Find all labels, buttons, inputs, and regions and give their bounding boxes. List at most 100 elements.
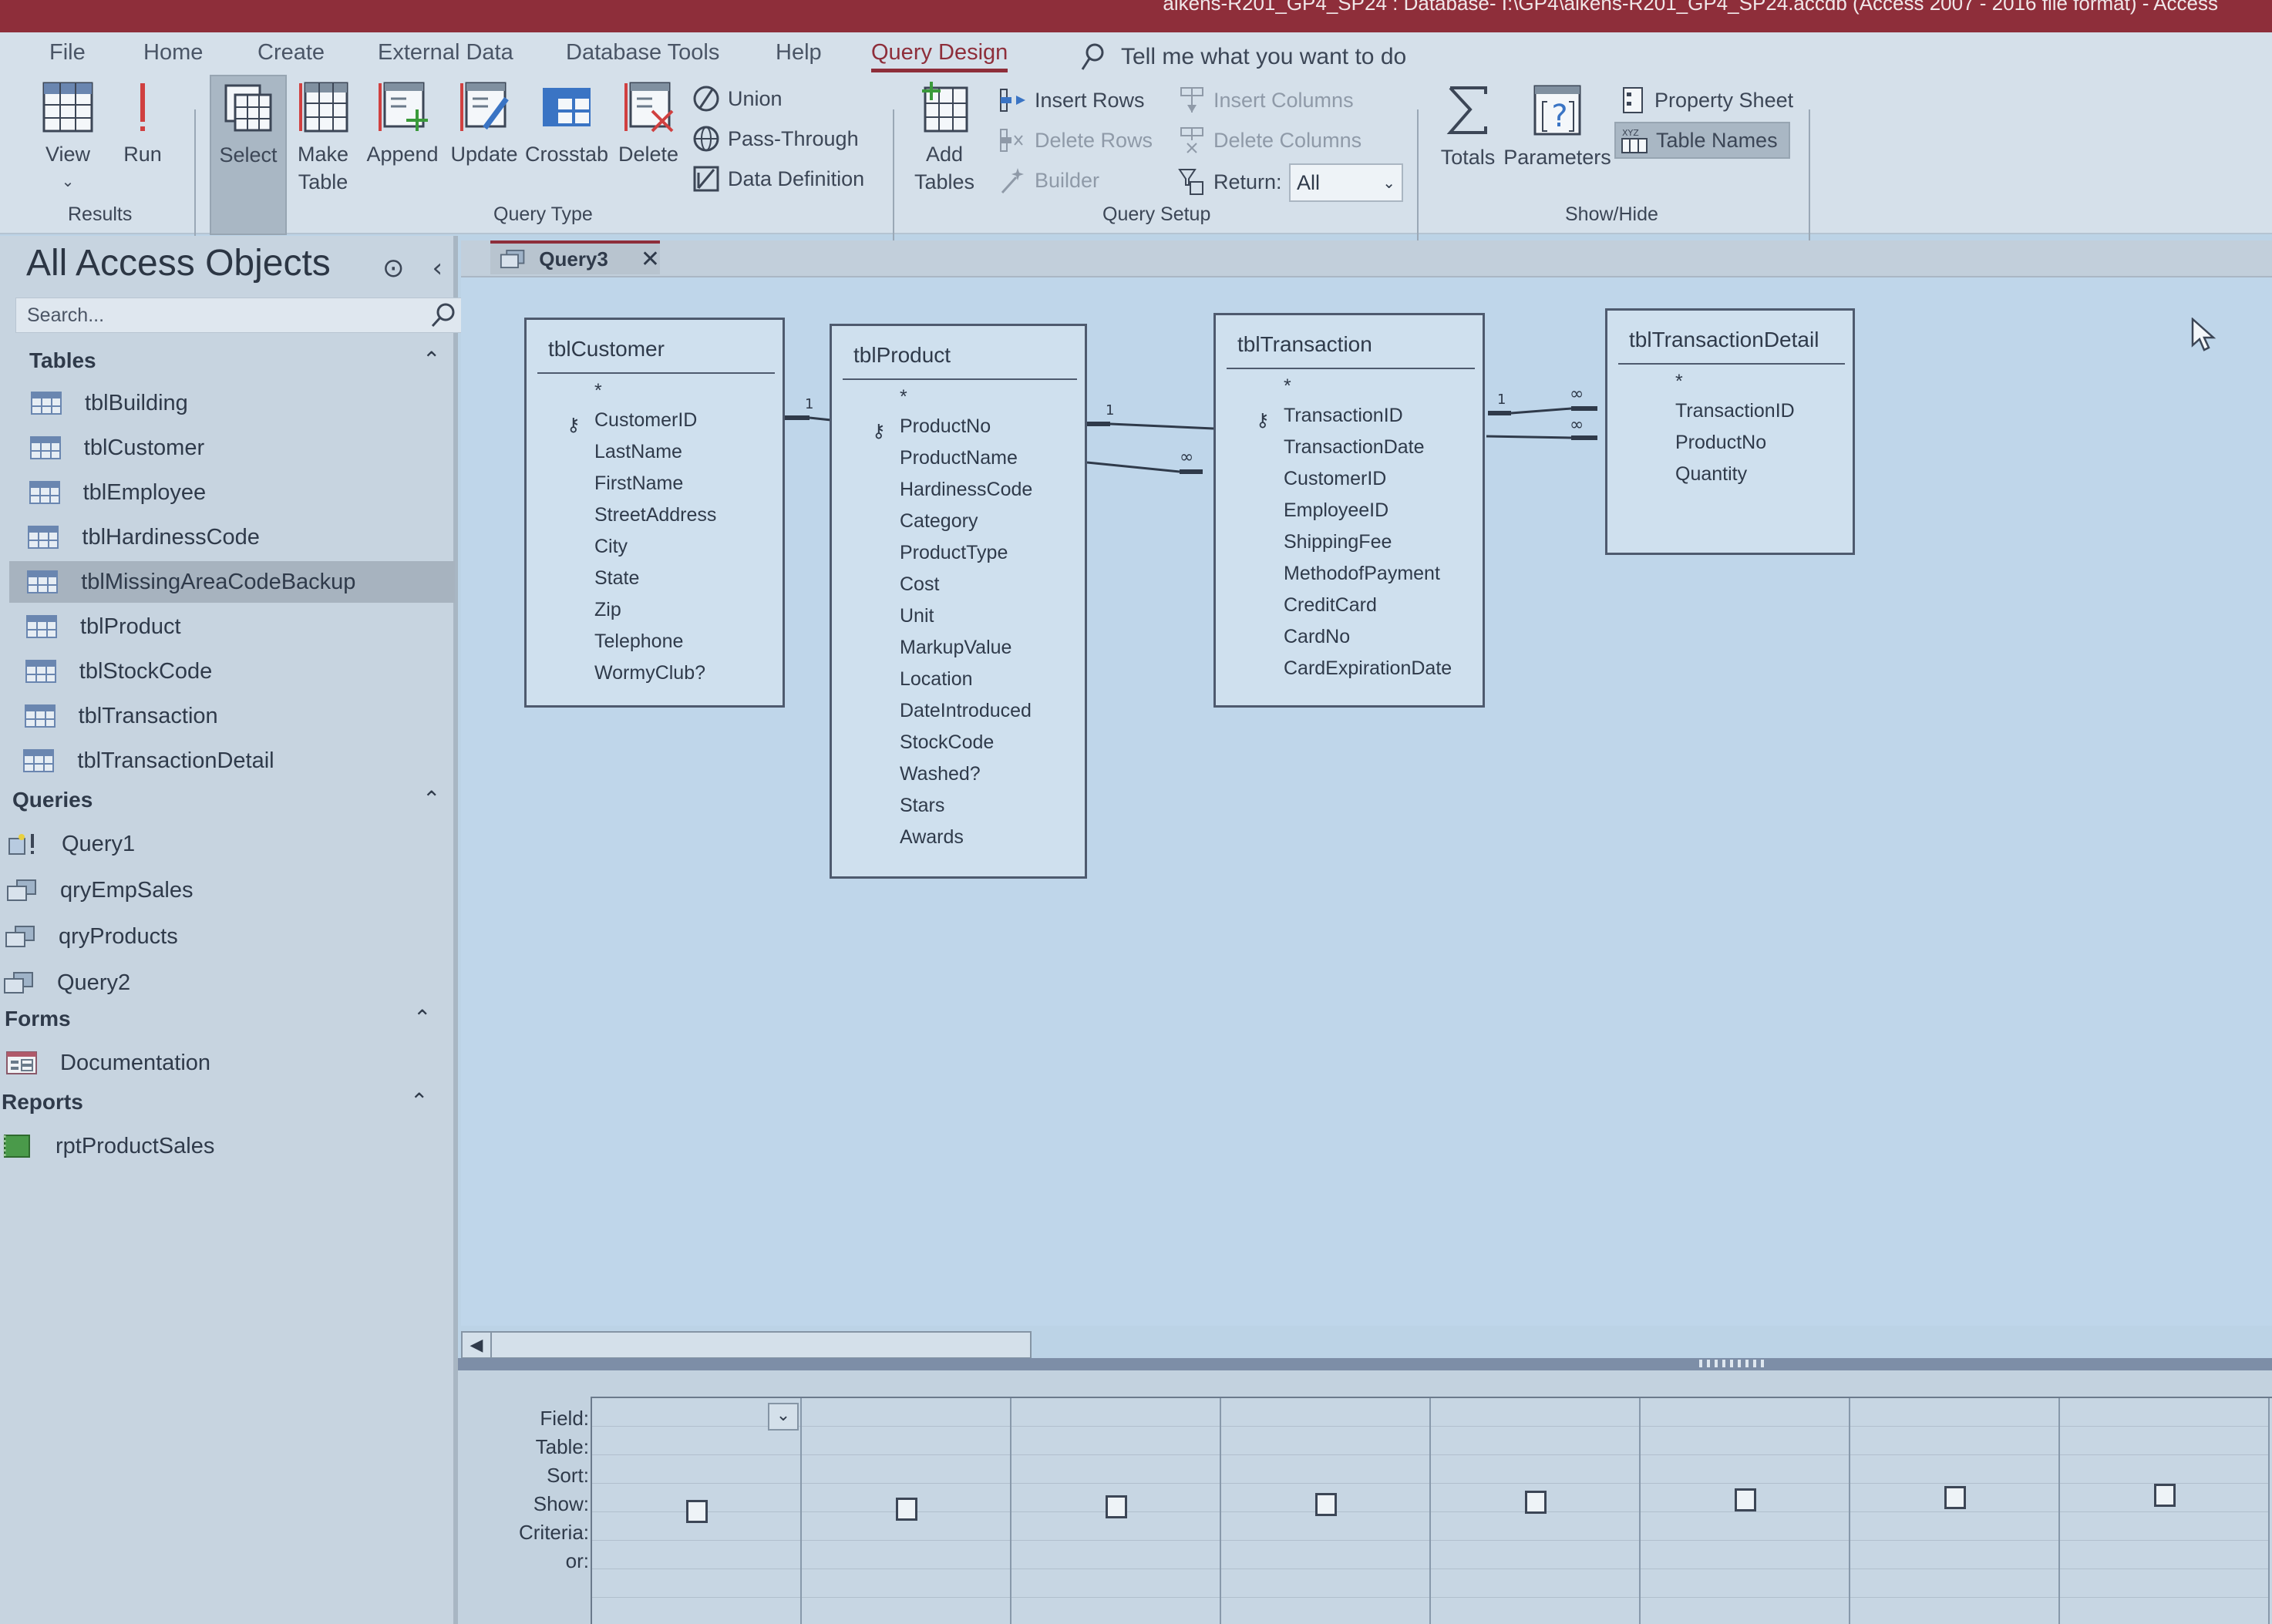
field-item[interactable]: ShippingFee [1216,526,1483,558]
grid-cell[interactable] [592,1569,800,1598]
show-checkbox[interactable] [896,1498,917,1521]
field-item[interactable]: Zip [527,594,783,626]
grid-column[interactable] [1011,1398,1221,1624]
nav-group-reports[interactable]: Reports ⌃ [2,1089,458,1115]
grid-cell[interactable] [1011,1427,1220,1455]
grid-cell[interactable] [2060,1598,2268,1624]
field-item[interactable]: CardNo [1216,621,1483,653]
field-item[interactable]: Washed? [832,758,1085,790]
grid-cell[interactable] [1431,1427,1639,1455]
nav-item-qryempsales[interactable]: qryEmpSales [0,869,430,911]
grid-cell[interactable] [1221,1512,1429,1541]
nav-item-tbltransactiondetail[interactable]: tblTransactionDetail [0,740,447,782]
select-query-button[interactable]: Select [210,75,287,235]
grid-cell[interactable] [592,1427,800,1455]
grid-column[interactable]: ⌄ [592,1398,802,1624]
field-all-columns[interactable]: * [832,383,1085,411]
nav-item-tblstockcode[interactable]: tblStockCode [2,651,449,692]
grid-cell[interactable] [1641,1512,1849,1541]
nav-item-query1[interactable]: Query1 [0,823,432,865]
nav-item-qryproducts[interactable]: qryProducts [0,916,429,957]
grid-cell[interactable] [1431,1569,1639,1598]
delete-query-button[interactable]: Delete [614,80,683,168]
field-item[interactable]: WormyClub? [527,657,783,689]
field-item[interactable]: StreetAddress [527,499,783,531]
grid-cell[interactable] [1221,1541,1429,1569]
union-button[interactable]: Union [692,85,783,113]
tab-home[interactable]: Home [143,40,203,66]
grid-cell[interactable] [1431,1398,1639,1427]
grid-cell[interactable] [1641,1427,1849,1455]
table-names-button[interactable]: XYZ Table Names [1614,122,1790,159]
grid-cell[interactable] [1221,1398,1429,1427]
nav-item-documentation[interactable]: Documentation [0,1042,430,1084]
nav-item-tblproduct[interactable]: tblProduct [3,606,450,647]
grid-cell[interactable] [1641,1598,1849,1624]
field-list-title[interactable]: tblProduct [853,343,951,368]
nav-group-queries[interactable]: Queries ⌃ [12,787,459,812]
field-item[interactable]: ⚷ ProductNo [832,411,1085,442]
property-sheet-button[interactable]: Property Sheet [1619,86,1793,114]
data-definition-button[interactable]: Data Definition [692,165,864,193]
grid-cell[interactable] [1011,1541,1220,1569]
field-item[interactable]: FirstName [527,468,783,499]
grid-cell[interactable] [1221,1598,1429,1624]
show-checkbox[interactable] [1525,1491,1547,1514]
append-button[interactable]: Append [362,80,443,168]
field-item[interactable]: HardinessCode [832,474,1085,506]
nav-item-tblmissingareacodebackup[interactable]: tblMissingAreaCodeBackup [9,561,455,603]
crosstab-button[interactable]: Crosstab [524,80,609,168]
grid-cell[interactable] [1641,1398,1849,1427]
query-design-area[interactable]: 1 1 ∞ 1 ∞ ∞ tblCustomer * ⚷ CustomerID LastN… [461,277,2272,1326]
field-item[interactable]: StockCode [832,727,1085,758]
tab-file[interactable]: File [49,40,86,66]
grid-cell[interactable] [1850,1455,2058,1484]
nav-item-rptproductsales[interactable]: rptProductSales [0,1125,426,1167]
delete-rows-button[interactable]: Delete Rows [999,126,1153,154]
field-item[interactable]: MethodofPayment [1216,558,1483,590]
nav-item-query2[interactable]: Query2 [0,962,427,1004]
grid-cell[interactable] [1011,1455,1220,1484]
grid-column[interactable] [2060,1398,2270,1624]
grid-cell[interactable] [802,1427,1010,1455]
field-item[interactable]: TransactionDate [1216,432,1483,463]
grid-column[interactable] [1221,1398,1431,1624]
field-item[interactable]: ProductNo [1607,427,1853,459]
show-checkbox[interactable] [1106,1495,1127,1518]
grid-cell[interactable] [1221,1569,1429,1598]
field-item[interactable]: Telephone [527,626,783,657]
nav-item-tbltransaction[interactable]: tblTransaction [2,695,449,737]
grid-cell[interactable] [2060,1541,2268,1569]
field-item[interactable]: ProductType [832,537,1085,569]
field-item[interactable]: Stars [832,790,1085,822]
update-button[interactable]: Update [446,80,523,168]
field-item[interactable]: CreditCard [1216,590,1483,621]
nav-item-tblemployee[interactable]: tblEmployee [6,472,453,513]
grid-cell[interactable] [1431,1541,1639,1569]
grid-cell[interactable] [592,1541,800,1569]
field-item[interactable]: DateIntroduced [832,695,1085,727]
field-item[interactable]: EmployeeID [1216,495,1483,526]
insert-rows-button[interactable]: Insert Rows [999,86,1145,114]
field-item[interactable]: TransactionID [1607,395,1853,427]
field-item[interactable]: ProductName [832,442,1085,474]
tab-create[interactable]: Create [257,40,325,66]
tab-database-tools[interactable]: Database Tools [566,40,719,66]
pane-splitter[interactable] [458,1358,2272,1370]
field-list-tblproduct[interactable]: tblProduct * ⚷ ProductNo ProductName Hardines… [830,324,1087,879]
grid-cell[interactable] [1221,1455,1429,1484]
nav-item-tblcustomer[interactable]: tblCustomer [7,427,454,469]
tell-me-box[interactable]: Tell me what you want to do [1079,42,1406,72]
field-all-columns[interactable]: * [527,377,783,405]
grid-cell[interactable] [1641,1569,1849,1598]
grid-cell[interactable] [1641,1541,1849,1569]
field-item[interactable]: Quantity [1607,459,1853,490]
grid-cell[interactable] [2060,1398,2268,1427]
show-checkbox[interactable] [1944,1486,1966,1509]
grid-cell[interactable] [1641,1455,1849,1484]
grid-cell[interactable] [1850,1569,2058,1598]
nav-item-tblhardinesscode[interactable]: tblHardinessCode [5,516,452,558]
grid-cell[interactable] [2060,1455,2268,1484]
field-list-title[interactable]: tblTransaction [1237,332,1372,357]
grid-cell[interactable] [802,1569,1010,1598]
